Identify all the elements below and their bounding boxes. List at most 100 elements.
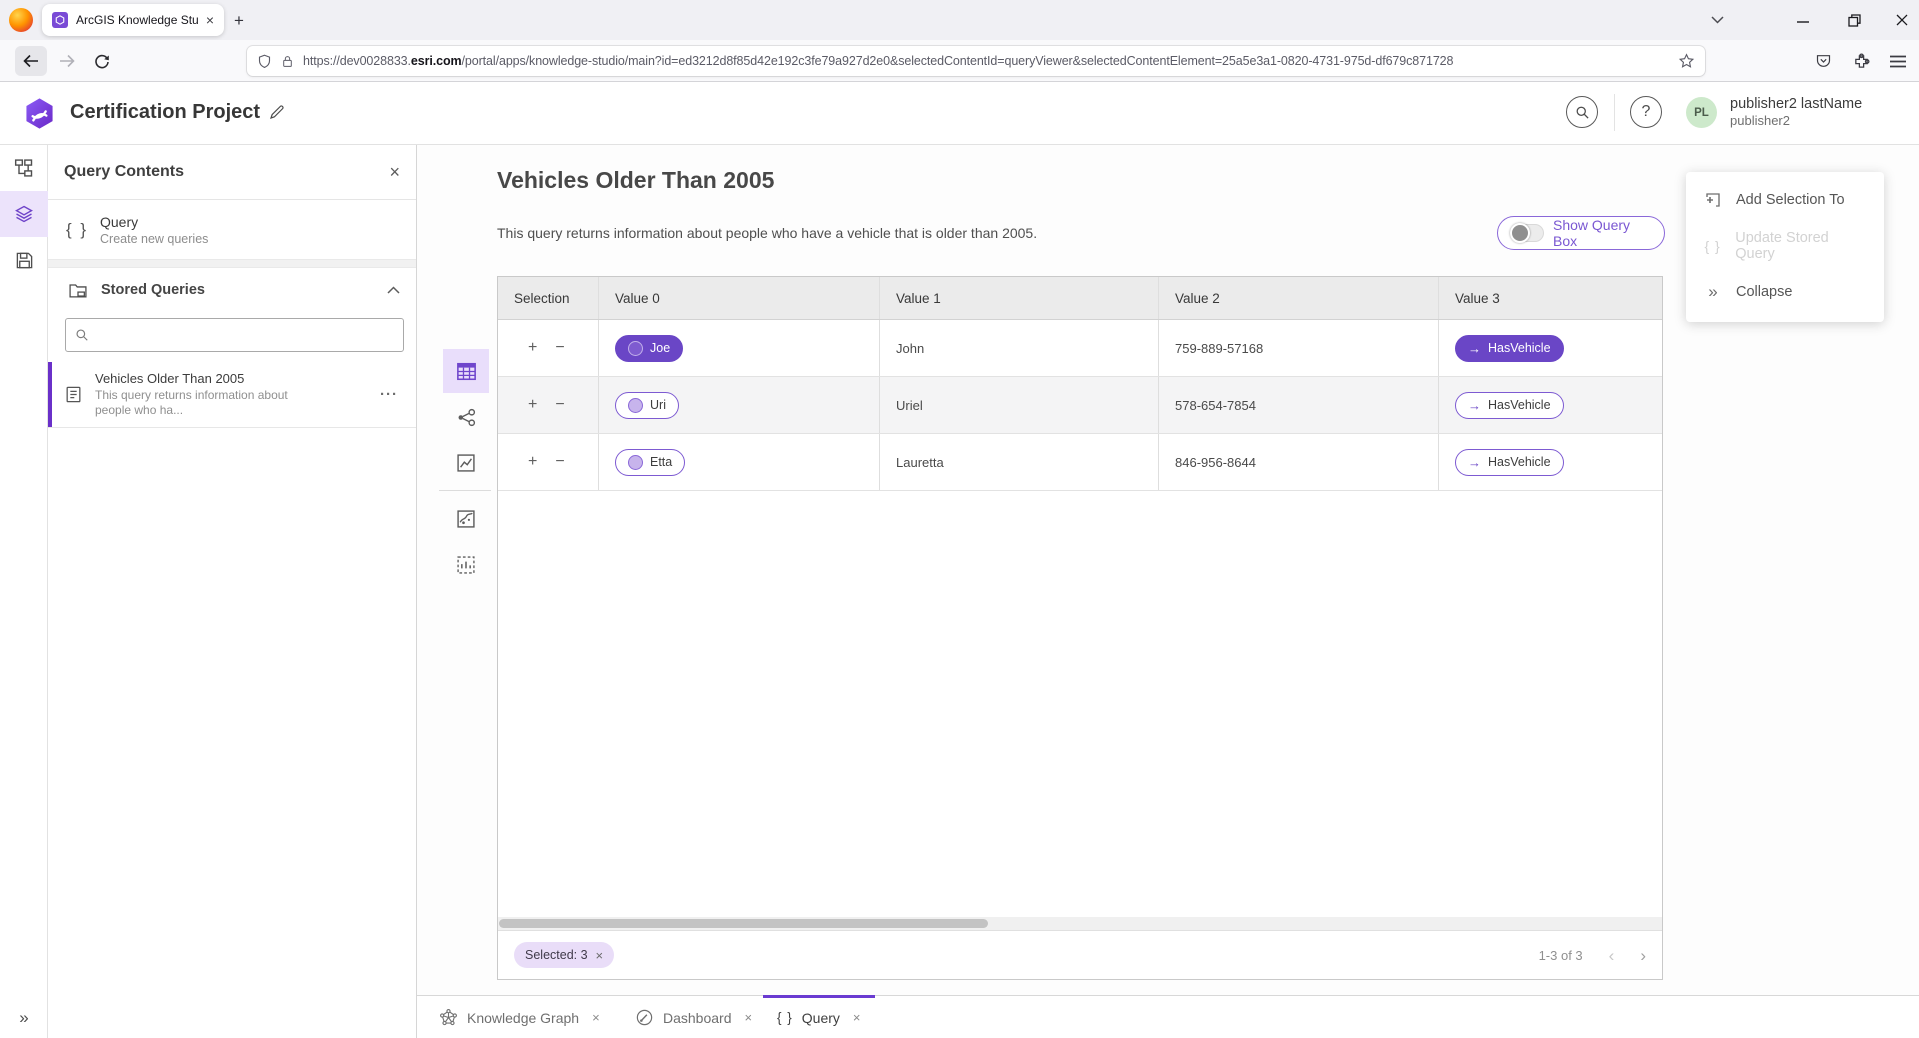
column-header-value1[interactable]: Value 1 [880,277,1159,319]
query-create-item[interactable]: { } Query Create new queries [48,200,416,260]
browser-tabstrip: ArcGIS Knowledge Studio × + [0,0,1919,40]
selected-count-chip[interactable]: Selected: 3 × [514,942,614,968]
hamburger-menu-icon[interactable] [1882,46,1914,76]
next-page-button[interactable]: › [1640,947,1646,964]
braces-icon: { } [1703,238,1722,254]
menu-item-collapse[interactable]: » Collapse [1686,269,1884,315]
arcgis-knowledge-logo [23,97,56,130]
table-row[interactable]: + − Joe John 759-889-57168 →HasVehicle [498,320,1662,377]
stored-query-item[interactable]: Vehicles Older Than 2005 This query retu… [48,362,416,428]
relationship-pill[interactable]: →HasVehicle [1455,335,1564,362]
table-row[interactable]: + − Etta Lauretta 846-956-8644 →HasVehic… [498,434,1662,491]
window-close-button[interactable] [1885,4,1919,36]
tab-list-chevron-icon[interactable] [1700,4,1734,36]
stored-queries-search[interactable] [65,318,404,352]
firefox-logo-icon[interactable] [9,8,33,32]
tab-close-icon[interactable]: × [853,1010,861,1025]
entity-pill[interactable]: Uri [615,392,679,419]
tab-label: Query [802,1010,840,1026]
remove-selection-button[interactable]: − [555,454,564,470]
column-header-value3[interactable]: Value 3 [1439,277,1662,319]
stored-query-description: This query returns information aboutpeop… [95,388,374,418]
table-empty-area [498,491,1662,917]
chevron-up-icon[interactable] [387,286,400,294]
query-contents-panel: Query Contents × { } Query Create new qu… [48,145,417,1038]
relationship-pill[interactable]: →HasVehicle [1455,449,1564,476]
panel-close-icon[interactable]: × [389,162,400,183]
add-selection-button[interactable]: + [528,340,537,356]
entity-pill[interactable]: Etta [615,449,685,476]
remove-selection-button[interactable]: − [555,397,564,413]
horizontal-scrollbar[interactable] [498,917,1662,930]
scrollbar-thumb[interactable] [499,919,988,928]
bookmark-star-icon[interactable] [1678,53,1695,69]
left-icon-rail: » [0,145,48,1038]
remove-selection-button[interactable]: − [555,340,564,356]
forward-button[interactable] [51,46,83,76]
save-rail-button[interactable] [0,237,48,283]
back-button[interactable] [15,46,47,76]
tab-close-icon[interactable]: × [206,12,214,28]
tab-close-icon[interactable]: × [745,1010,753,1025]
entity-dot-icon [628,455,643,470]
prev-page-button[interactable]: ‹ [1609,947,1615,964]
window-minimize-button[interactable] [1786,4,1820,36]
help-button[interactable]: ? [1630,96,1662,128]
item-options-ellipsis-icon[interactable]: ··· [374,386,404,403]
map-view-button[interactable] [443,497,489,541]
toggle-switch[interactable] [1510,224,1544,242]
user-info[interactable]: publisher2 lastName publisher2 [1730,96,1895,128]
show-query-box-label: Show Query Box [1553,217,1652,249]
expand-rail-button[interactable]: » [0,1004,48,1032]
browser-window: ArcGIS Knowledge Studio × + https://dev0… [0,0,1919,1038]
stored-queries-header[interactable]: Stored Queries [48,268,416,312]
chart-view-button[interactable] [443,441,489,485]
column-header-selection[interactable]: Selection [498,277,599,319]
lock-icon[interactable] [281,54,294,69]
knowledge-graph-icon [439,1008,458,1027]
url-bar[interactable]: https://dev0028833.esri.com/portal/apps/… [247,46,1705,76]
data-model-rail-button[interactable] [0,145,48,191]
menu-item-add-selection-to[interactable]: Add Selection To [1686,177,1884,223]
extensions-puzzle-icon[interactable] [1845,46,1877,76]
clear-selection-icon[interactable]: × [596,948,604,963]
browser-tab[interactable]: ArcGIS Knowledge Studio × [42,4,224,36]
add-selection-button[interactable]: + [528,397,537,413]
tab-label: Dashboard [663,1010,732,1026]
window-restore-button[interactable] [1837,4,1871,36]
pocket-icon[interactable] [1807,46,1839,76]
link-chart-view-button[interactable] [443,395,489,439]
user-avatar[interactable]: PL [1686,97,1717,128]
edit-title-pencil-icon[interactable] [268,103,286,126]
query-results-table: Selection Value 0 Value 1 Value 2 Value … [497,276,1663,980]
search-button[interactable] [1566,96,1598,128]
column-header-value2[interactable]: Value 2 [1159,277,1439,319]
entity-dot-icon [628,398,643,413]
tab-knowledge-graph[interactable]: Knowledge Graph × [439,996,600,1038]
reload-button[interactable] [86,46,118,76]
tab-query[interactable]: { } Query × [777,996,861,1038]
table-view-button[interactable] [443,349,489,393]
selected-indicator-bar [48,362,52,427]
tab-dashboard[interactable]: Dashboard × [635,996,752,1038]
collapse-chevrons-icon: » [1703,282,1723,302]
layers-rail-button[interactable] [0,191,48,237]
search-input[interactable] [97,328,394,343]
show-query-box-toggle[interactable]: Show Query Box [1497,216,1665,250]
column-header-value0[interactable]: Value 0 [599,277,880,319]
new-tab-button[interactable]: + [228,10,250,32]
cell-value2: 846-956-8644 [1175,455,1256,470]
add-selection-icon [1703,191,1723,209]
tracking-shield-icon[interactable] [257,53,272,70]
table-footer: Selected: 3 × 1-3 of 3 ‹ › [498,930,1662,979]
menu-item-update-stored-query[interactable]: { } Update Stored Query [1686,223,1884,269]
add-selection-button[interactable]: + [528,454,537,470]
query-item-title: Query [100,213,208,231]
stored-query-title: Vehicles Older Than 2005 [95,371,374,386]
entity-pill[interactable]: Joe [615,335,683,362]
table-row[interactable]: + − Uri Uriel 578-654-7854 →HasVehicle [498,377,1662,434]
tab-close-icon[interactable]: × [592,1010,600,1025]
selection-view-button[interactable] [443,543,489,587]
relationship-pill[interactable]: →HasVehicle [1455,392,1564,419]
section-divider [48,260,416,268]
